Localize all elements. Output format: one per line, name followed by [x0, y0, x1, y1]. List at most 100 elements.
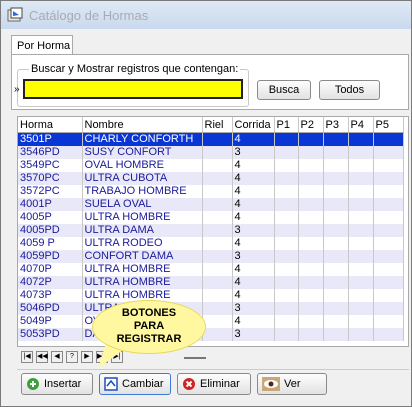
- cell-p: [348, 302, 374, 315]
- show-all-button[interactable]: Todos: [319, 80, 380, 100]
- table-row[interactable]: 3501P CHARLY CONFORTH 4: [18, 132, 404, 146]
- table-row[interactable]: 4073P ULTRA HOMBRE 4: [18, 289, 404, 302]
- cell-p: [373, 159, 404, 172]
- cell-nombre: ULTRA HOMBRE: [82, 263, 203, 276]
- column-header[interactable]: P3: [323, 117, 349, 133]
- table-row[interactable]: 4005P ULTRA HOMBRE 4: [18, 211, 404, 224]
- column-header[interactable]: P5: [373, 117, 404, 133]
- table-row[interactable]: 4059PD CONFORT DAMA 3: [18, 250, 404, 263]
- cell-p: [373, 289, 404, 302]
- cell-p: [373, 276, 404, 289]
- catalog-window: Catálogo de Hormas Por Horma Buscar y Mo…: [0, 0, 412, 407]
- cell-horma: 4059PD: [18, 250, 83, 263]
- cell-p: [274, 146, 299, 159]
- navigator-button[interactable]: ◀◀: [36, 351, 48, 363]
- cell-p: [298, 185, 324, 198]
- cell-p: [274, 211, 299, 224]
- cell-corrida: 4: [232, 198, 275, 211]
- grid-table: Horma Nombre Riel Corrida P1 P2 P3 P4 P5 3501P CH…: [18, 117, 404, 341]
- cell-corrida: 3: [232, 224, 275, 237]
- cell-p: [373, 302, 404, 315]
- cell-riel: [202, 172, 233, 185]
- column-header[interactable]: P2: [298, 117, 324, 133]
- column-header[interactable]: P4: [348, 117, 374, 133]
- table-row[interactable]: 3546PD SUSY CONFORT 3: [18, 146, 404, 159]
- cell-p: [274, 250, 299, 263]
- cell-corrida: 3: [232, 250, 275, 263]
- view-label: Ver: [284, 378, 301, 390]
- delete-label: Eliminar: [200, 378, 240, 390]
- cell-p: [298, 315, 324, 328]
- search-button[interactable]: Busca: [257, 80, 311, 100]
- cell-corrida: 4: [232, 172, 275, 185]
- cell-horma: 3549PC: [18, 159, 83, 172]
- cell-p: [298, 146, 324, 159]
- table-row[interactable]: 4001P SUELA OVAL 4: [18, 198, 404, 211]
- tab-por-horma[interactable]: Por Horma: [11, 35, 73, 55]
- cell-p: [298, 250, 324, 263]
- navigator-separator: [184, 357, 206, 359]
- cell-p: [274, 185, 299, 198]
- cell-nombre: ULTRA HOMBRE: [82, 211, 203, 224]
- cell-nombre: OVAL HOMBRE: [82, 159, 203, 172]
- table-row[interactable]: 3572PC TRABAJO HOMBRE 4: [18, 185, 404, 198]
- table-row[interactable]: 4059 P ULTRA RODEO 4: [18, 237, 404, 250]
- cell-corrida: 4: [232, 263, 275, 276]
- cell-p: [274, 172, 299, 185]
- column-header[interactable]: Horma: [18, 117, 83, 133]
- add-icon: [27, 378, 39, 391]
- cell-horma: 5049P: [18, 315, 83, 328]
- cell-riel: [202, 211, 233, 224]
- show-all-button-label: Todos: [334, 84, 365, 96]
- cell-horma: 4059 P: [18, 237, 83, 250]
- table-row[interactable]: 5049P OV 4: [18, 315, 404, 328]
- insert-button[interactable]: Insertar: [21, 373, 93, 395]
- cell-riel: [202, 198, 233, 211]
- cell-nombre: ULTRA CUBOTA: [82, 172, 203, 185]
- cell-p: [274, 237, 299, 250]
- cell-p: [323, 185, 349, 198]
- cell-p: [323, 289, 349, 302]
- navigator-button[interactable]: ?: [66, 351, 78, 363]
- cell-horma: 5046PD: [18, 302, 83, 315]
- table-row[interactable]: 4070P ULTRA HOMBRE 4: [18, 263, 404, 276]
- column-header[interactable]: Nombre: [82, 117, 203, 133]
- cell-horma: 3570PC: [18, 172, 83, 185]
- view-button[interactable]: Ver: [257, 373, 327, 395]
- table-row[interactable]: 4005PD ULTRA DAMA 3: [18, 224, 404, 237]
- cell-nombre: CHARLY CONFORTH: [82, 132, 203, 146]
- title-bar[interactable]: Catálogo de Hormas: [1, 1, 411, 29]
- cell-p: [373, 237, 404, 250]
- data-grid[interactable]: Horma Nombre Riel Corrida P1 P2 P3 P4 P5 3501P CH…: [17, 116, 409, 347]
- table-row[interactable]: 4072P ULTRA HOMBRE 4: [18, 276, 404, 289]
- cell-p: [323, 132, 349, 146]
- cell-p: [274, 302, 299, 315]
- navigator-button[interactable]: ◀: [51, 351, 63, 363]
- cell-p: [348, 146, 374, 159]
- cell-riel: [202, 250, 233, 263]
- cell-p: [348, 237, 374, 250]
- navigator-button[interactable]: |◀: [21, 351, 33, 363]
- cell-p: [323, 263, 349, 276]
- change-button[interactable]: Cambiar: [99, 373, 171, 395]
- callout-line-1: BOTONES: [121, 307, 177, 319]
- cell-p: [323, 302, 349, 315]
- cell-corrida: 3: [232, 302, 275, 315]
- table-row[interactable]: 3570PC ULTRA CUBOTA 4: [18, 172, 404, 185]
- cell-p: [274, 159, 299, 172]
- table-row[interactable]: 5046PD ULTRA 3: [18, 302, 404, 315]
- delete-button[interactable]: Eliminar: [177, 373, 251, 395]
- view-eye-icon: [262, 377, 280, 392]
- cell-p: [323, 276, 349, 289]
- column-header[interactable]: P1: [274, 117, 299, 133]
- table-row[interactable]: 5053PD DA 3: [18, 328, 404, 341]
- cell-p: [323, 224, 349, 237]
- table-row[interactable]: 3549PC OVAL HOMBRE 4: [18, 159, 404, 172]
- cell-horma: 4073P: [18, 289, 83, 302]
- search-input[interactable]: [23, 79, 243, 99]
- cell-corrida: 4: [232, 132, 275, 146]
- cell-horma: 4070P: [18, 263, 83, 276]
- column-header[interactable]: Riel: [202, 117, 233, 133]
- cell-p: [323, 211, 349, 224]
- column-header[interactable]: Corrida: [232, 117, 275, 133]
